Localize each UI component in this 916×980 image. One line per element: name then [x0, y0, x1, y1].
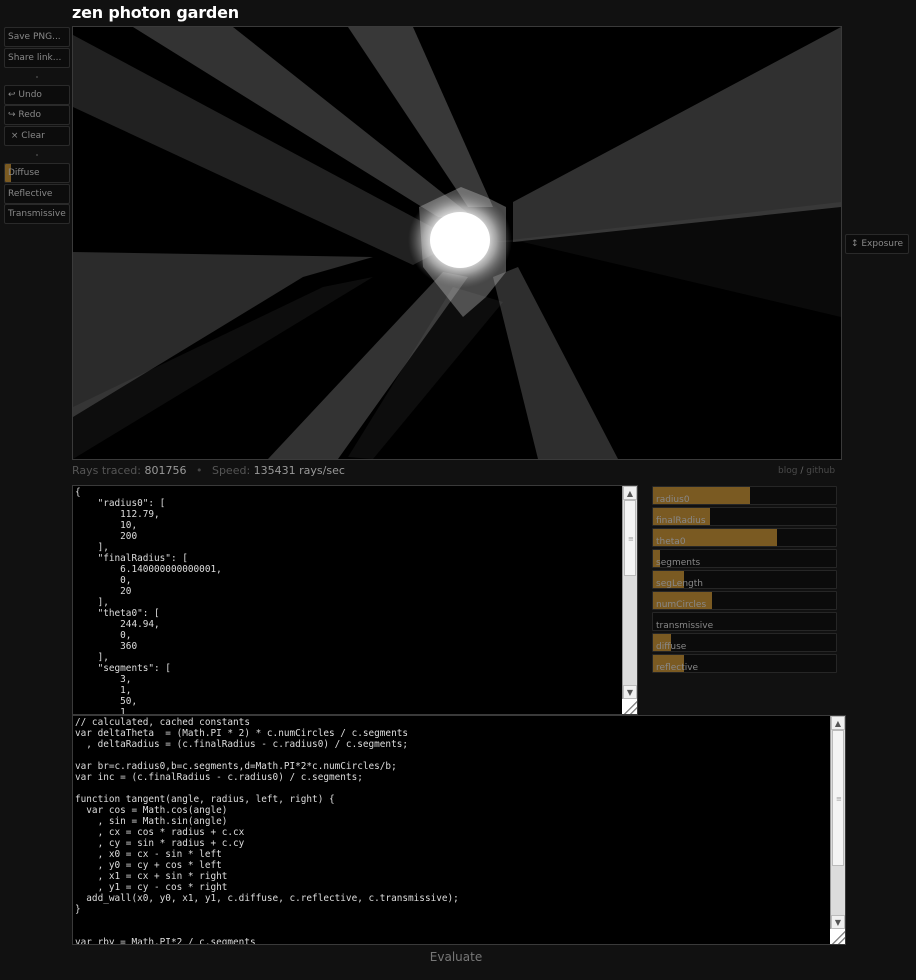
blog-link[interactable]: blog	[778, 466, 797, 476]
vertical-resize-icon: ↕	[850, 239, 859, 249]
light-rendering	[73, 27, 841, 459]
param-label: radius0	[656, 495, 690, 505]
github-link[interactable]: github	[806, 466, 835, 476]
resize-handle-icon[interactable]	[830, 929, 845, 944]
scrollbar-thumb[interactable]: ≡	[624, 500, 636, 576]
trace-stats: Rays traced: 801756 • Speed: 135431 rays…	[72, 464, 345, 477]
toolbar-separator	[36, 154, 38, 156]
redo-arrow-icon: ↪	[8, 110, 16, 120]
scrollbar-thumb[interactable]: ≡	[832, 730, 844, 866]
reflective-slider[interactable]: Reflective	[4, 184, 70, 204]
reflective-label: Reflective	[8, 189, 53, 199]
param-slider-segments[interactable]: segments	[652, 549, 837, 568]
undo-label: Undo	[18, 90, 42, 100]
param-slider-transmissive[interactable]: transmissive	[652, 612, 837, 631]
undo-button[interactable]: ↩ Undo	[4, 85, 70, 105]
link-separator: /	[800, 466, 804, 476]
param-slider-finalradius[interactable]: finalRadius	[652, 507, 837, 526]
speed-label: Speed:	[211, 464, 251, 477]
scroll-down-arrow-icon[interactable]: ▼	[831, 915, 845, 929]
undo-arrow-icon: ↩	[8, 90, 16, 100]
resize-handle-icon[interactable]	[622, 699, 637, 714]
param-label: diffuse	[656, 642, 687, 652]
clear-label: Clear	[21, 131, 45, 141]
rays-traced-label: Rays traced:	[72, 464, 141, 477]
json-editor[interactable]: { "radius0": [ 112.79, 10, 200 ], "final…	[72, 485, 638, 715]
save-png-button[interactable]: Save PNG...	[4, 27, 70, 47]
evaluate-button[interactable]: Evaluate	[416, 950, 496, 964]
diffuse-label: Diffuse	[8, 168, 40, 178]
app-title: zen photon garden	[72, 3, 239, 22]
scroll-down-arrow-icon[interactable]: ▼	[623, 685, 637, 699]
redo-label: Redo	[18, 110, 42, 120]
exposure-label: Exposure	[861, 239, 904, 249]
json-editor-text[interactable]: { "radius0": [ 112.79, 10, 200 ], "final…	[73, 486, 637, 714]
toolbar-separator	[36, 76, 38, 78]
param-label: segLength	[656, 579, 703, 589]
param-slider-seglength[interactable]: segLength	[652, 570, 837, 589]
code-editor[interactable]: // calculated, cached constants var delt…	[72, 715, 846, 945]
param-label: theta0	[656, 537, 686, 547]
param-slider-reflective[interactable]: reflective	[652, 654, 837, 673]
footer-links: blog / github	[778, 466, 835, 476]
transmissive-label: Transmissive	[8, 209, 66, 219]
diffuse-slider[interactable]: Diffuse	[4, 163, 70, 183]
param-slider-theta0[interactable]: theta0	[652, 528, 837, 547]
param-label: transmissive	[656, 621, 714, 631]
param-label: reflective	[656, 663, 699, 673]
speed-value: 135431 rays/sec	[253, 464, 345, 477]
transmissive-slider[interactable]: Transmissive	[4, 204, 70, 224]
scroll-up-arrow-icon[interactable]: ▲	[623, 486, 637, 500]
param-label: finalRadius	[656, 516, 706, 526]
stats-separator: •	[195, 464, 203, 477]
save-png-label: Save PNG...	[8, 32, 61, 42]
json-editor-scrollbar[interactable]: ▲ ≡ ▼	[622, 486, 637, 699]
share-link-label: Share link...	[8, 53, 62, 63]
param-label: segments	[656, 558, 701, 568]
exposure-button[interactable]: ↕ Exposure	[845, 234, 909, 254]
param-slider-radius0[interactable]: radius0	[652, 486, 837, 505]
param-slider-diffuse[interactable]: diffuse	[652, 633, 837, 652]
code-editor-scrollbar[interactable]: ▲ ≡ ▼	[830, 716, 845, 929]
close-x-icon: ×	[10, 131, 19, 141]
render-canvas[interactable]	[72, 26, 842, 460]
share-link-button[interactable]: Share link...	[4, 48, 70, 68]
code-editor-text[interactable]: // calculated, cached constants var delt…	[73, 716, 845, 944]
redo-button[interactable]: ↪ Redo	[4, 105, 70, 125]
param-label: numCircles	[656, 600, 707, 610]
param-slider-numcircles[interactable]: numCircles	[652, 591, 837, 610]
rays-traced-value: 801756	[144, 464, 187, 477]
scroll-up-arrow-icon[interactable]: ▲	[831, 716, 845, 730]
clear-button[interactable]: × Clear	[4, 126, 70, 146]
